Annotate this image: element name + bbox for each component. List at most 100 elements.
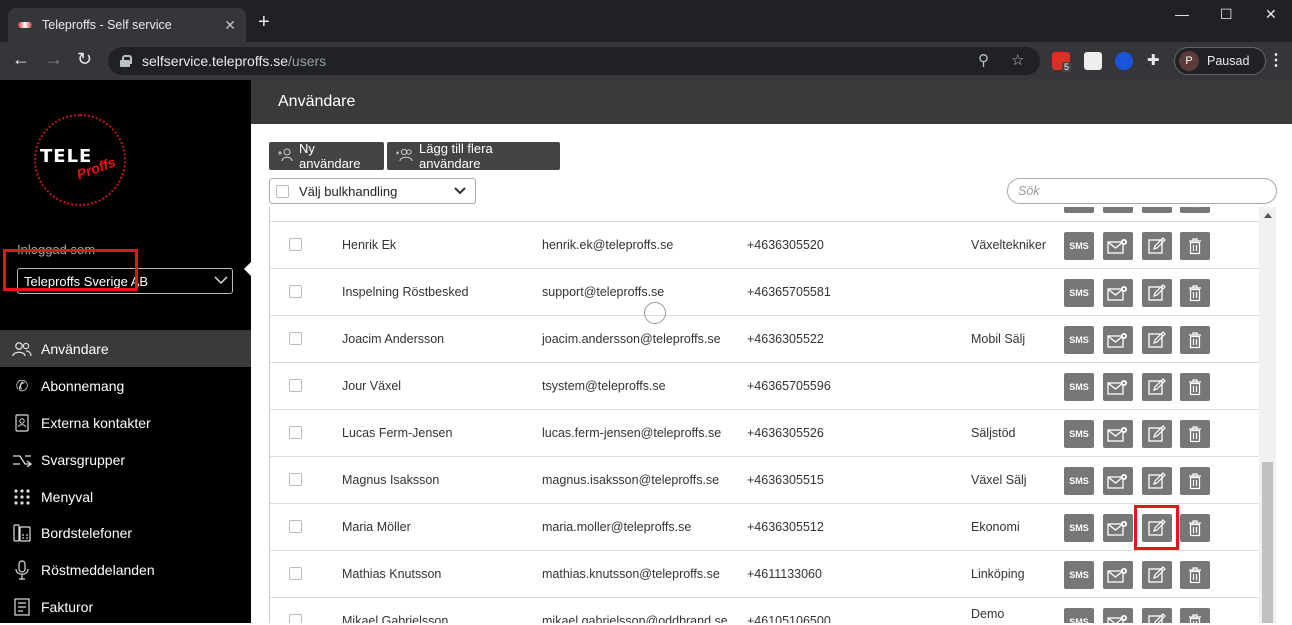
- table-row[interactable]: Mathias Knutsson mathias.knutsson@telepro…: [270, 551, 1259, 598]
- row-checkbox[interactable]: [289, 285, 302, 298]
- new-tab-icon[interactable]: +: [258, 12, 270, 32]
- send-mail-button[interactable]: [1103, 207, 1133, 213]
- table-row[interactable]: Maria Möller maria.moller@teleproffs.se +4…: [270, 504, 1259, 551]
- send-mail-button[interactable]: [1103, 561, 1133, 589]
- bulk-action-select[interactable]: Välj bulkhandling: [269, 178, 476, 204]
- send-mail-button[interactable]: [1103, 467, 1133, 495]
- delete-user-button[interactable]: [1180, 420, 1210, 448]
- extension-calendar-icon[interactable]: 5: [1052, 52, 1072, 72]
- table-row[interactable]: Henrik Ek henrik.ek@teleproffs.se +4636305…: [270, 222, 1259, 269]
- back-icon[interactable]: ←: [12, 50, 30, 68]
- row-checkbox[interactable]: [289, 567, 302, 580]
- scrollbar-thumb[interactable]: [1262, 462, 1273, 623]
- search-input[interactable]: Sök: [1007, 178, 1277, 204]
- new-user-button[interactable]: Ny användare: [269, 141, 384, 171]
- sms-button[interactable]: SMS: [1064, 608, 1094, 623]
- table-row[interactable]: Inspelning Röstbesked support@teleproffs.…: [270, 269, 1259, 316]
- sidebar-item-users[interactable]: Användare: [0, 330, 251, 367]
- user-name[interactable]: Inspelning Röstbesked: [342, 285, 468, 299]
- forward-icon[interactable]: →: [45, 50, 63, 68]
- browser-menu-icon[interactable]: ⋮: [1268, 50, 1284, 70]
- send-mail-button[interactable]: [1103, 232, 1133, 260]
- sms-button[interactable]: SMS: [1064, 561, 1094, 589]
- row-checkbox[interactable]: [289, 520, 302, 533]
- row-checkbox[interactable]: [289, 614, 302, 623]
- browser-tab[interactable]: Teleproffs - Self service ✕: [8, 8, 246, 42]
- sms-button[interactable]: SMS: [1064, 326, 1094, 354]
- edit-user-button[interactable]: [1142, 608, 1172, 623]
- row-checkbox[interactable]: [289, 473, 302, 486]
- minimize-icon[interactable]: —: [1175, 6, 1189, 22]
- sms-button[interactable]: SMS: [1064, 207, 1094, 213]
- table-row[interactable]: Lucas Ferm-Jensen lucas.ferm-jensen@telep…: [270, 410, 1259, 457]
- add-multiple-users-button[interactable]: Lägg till flera användare: [387, 141, 560, 171]
- delete-user-button[interactable]: [1180, 207, 1210, 213]
- edit-user-button[interactable]: [1142, 207, 1172, 213]
- user-name[interactable]: Mikael Gabrielsson: [342, 614, 448, 623]
- sidebar-item-desk-phones[interactable]: Bordstelefoner: [0, 514, 251, 551]
- sidebar-item-invoices[interactable]: Fakturor: [0, 588, 251, 625]
- row-checkbox[interactable]: [289, 332, 302, 345]
- send-mail-button[interactable]: [1103, 373, 1133, 401]
- edit-user-button[interactable]: [1142, 467, 1172, 495]
- user-name[interactable]: Mathias Knutsson: [342, 567, 441, 581]
- scroll-up-icon[interactable]: [1264, 213, 1272, 218]
- edit-user-button[interactable]: [1142, 420, 1172, 448]
- send-mail-button[interactable]: [1103, 608, 1133, 623]
- extension-page-icon[interactable]: [1084, 52, 1102, 70]
- address-bar[interactable]: selfservice.teleproffs.se/users ⚲ ☆: [108, 47, 1040, 75]
- table-row[interactable]: Joacim Andersson joacim.andersson@telepro…: [270, 316, 1259, 363]
- send-mail-button[interactable]: [1103, 326, 1133, 354]
- row-checkbox[interactable]: [289, 379, 302, 392]
- close-tab-icon[interactable]: ✕: [224, 17, 236, 34]
- sidebar-item-external-contacts[interactable]: Externa kontakter: [0, 404, 251, 441]
- sms-button[interactable]: SMS: [1064, 420, 1094, 448]
- user-name[interactable]: Magnus Isaksson: [342, 473, 439, 487]
- user-name[interactable]: Henrik Ek: [342, 238, 396, 252]
- table-row[interactable]: OddbrandSMS: [270, 207, 1259, 222]
- maximize-icon[interactable]: ☐: [1220, 6, 1233, 23]
- delete-user-button[interactable]: [1180, 279, 1210, 307]
- user-name[interactable]: Maria Möller: [342, 520, 411, 534]
- row-checkbox[interactable]: [289, 426, 302, 439]
- sidebar-item-menu-options[interactable]: Menyval: [0, 478, 251, 515]
- extension-phone-icon[interactable]: [1115, 52, 1133, 70]
- sidebar-item-answer-groups[interactable]: Svarsgrupper: [0, 441, 251, 478]
- profile-button[interactable]: P Pausad: [1174, 47, 1266, 75]
- sms-button[interactable]: SMS: [1064, 279, 1094, 307]
- edit-user-button[interactable]: [1142, 373, 1172, 401]
- edit-user-button[interactable]: [1142, 232, 1172, 260]
- table-row[interactable]: Magnus Isaksson magnus.isaksson@teleproff…: [270, 457, 1259, 504]
- extensions-puzzle-icon[interactable]: ✚: [1147, 52, 1160, 70]
- sms-button[interactable]: SMS: [1064, 373, 1094, 401]
- edit-user-button[interactable]: [1142, 561, 1172, 589]
- table-scrollbar[interactable]: [1259, 207, 1276, 623]
- close-window-icon[interactable]: ✕: [1265, 6, 1277, 23]
- table-row[interactable]: Mikael Gabrielsson mikael.gabrielsson@odd…: [270, 598, 1259, 623]
- send-mail-button[interactable]: [1103, 514, 1133, 542]
- delete-user-button[interactable]: [1180, 326, 1210, 354]
- sms-button[interactable]: SMS: [1064, 232, 1094, 260]
- reload-icon[interactable]: ↻: [77, 50, 92, 68]
- sidebar-item-subscriptions[interactable]: ✆ Abonnemang: [0, 367, 251, 404]
- user-name[interactable]: Joacim Andersson: [342, 332, 444, 346]
- bookmark-star-icon[interactable]: ☆: [1011, 51, 1024, 69]
- edit-user-button[interactable]: [1142, 279, 1172, 307]
- delete-user-button[interactable]: [1180, 373, 1210, 401]
- zoom-icon[interactable]: ⚲: [978, 51, 989, 69]
- delete-user-button[interactable]: [1180, 608, 1210, 623]
- table-row[interactable]: Jour Växel tsystem@teleproffs.se +46365705…: [270, 363, 1259, 410]
- edit-user-button[interactable]: [1142, 326, 1172, 354]
- row-checkbox[interactable]: [289, 238, 302, 251]
- sms-button[interactable]: SMS: [1064, 467, 1094, 495]
- send-mail-button[interactable]: [1103, 279, 1133, 307]
- send-mail-button[interactable]: [1103, 420, 1133, 448]
- sidebar-item-voice-messages[interactable]: Röstmeddelanden: [0, 551, 251, 588]
- delete-user-button[interactable]: [1180, 232, 1210, 260]
- user-name[interactable]: Jour Växel: [342, 379, 401, 393]
- select-all-checkbox[interactable]: [276, 184, 289, 198]
- user-name[interactable]: Lucas Ferm-Jensen: [342, 426, 452, 440]
- delete-user-button[interactable]: [1180, 467, 1210, 495]
- sms-button[interactable]: SMS: [1064, 514, 1094, 542]
- delete-user-button[interactable]: [1180, 561, 1210, 589]
